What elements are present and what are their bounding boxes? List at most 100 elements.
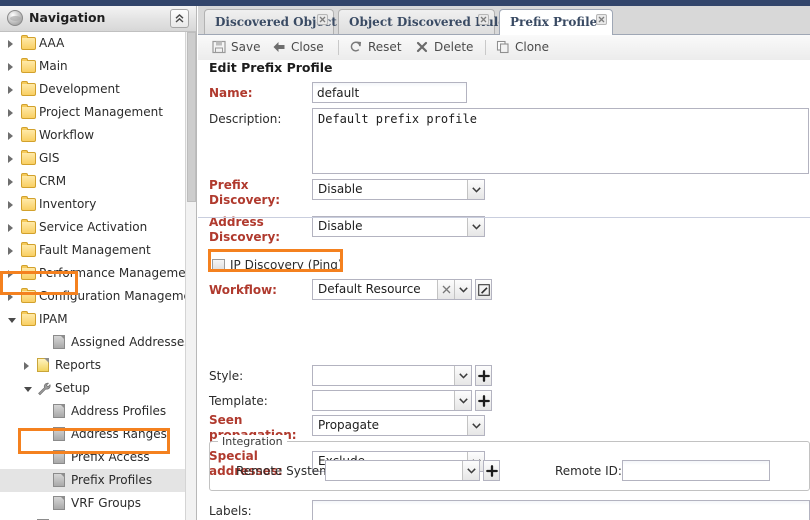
tree-expanded-arrow-icon[interactable] — [24, 387, 32, 392]
document-gray-icon — [53, 404, 65, 418]
folder-icon — [21, 150, 36, 165]
chevron-down-icon[interactable] — [467, 217, 484, 236]
address-discovery-select[interactable]: Disable — [312, 216, 485, 237]
arrow-left-icon — [272, 40, 287, 55]
seen-propagation-value: Propagate — [318, 418, 380, 432]
chevron-down-icon[interactable] — [454, 280, 471, 299]
sidebar-item-assigned-addresses[interactable]: Assigned Addresses — [0, 331, 185, 354]
sidebar-item-ipam[interactable]: IPAM — [0, 308, 185, 331]
document-gray-icon — [53, 335, 65, 349]
folder-icon — [21, 173, 36, 188]
sidebar-item-vrf-groups[interactable]: VRF Groups — [0, 492, 185, 515]
sidebar-item-development[interactable]: Development — [0, 78, 185, 101]
sidebar-item-workflow[interactable]: Workflow — [0, 124, 185, 147]
style-select[interactable] — [312, 365, 472, 386]
highlight-box-prefix-profiles — [18, 428, 170, 454]
folder-icon — [21, 35, 36, 50]
add-remote-system-button[interactable] — [483, 460, 500, 481]
double-chevron-up-icon — [175, 14, 184, 23]
template-select[interactable] — [312, 390, 472, 411]
reset-label: Reset — [368, 40, 402, 54]
sidebar-item-aaa[interactable]: AAA — [0, 32, 185, 55]
sidebar-item-main[interactable]: Main — [0, 55, 185, 78]
chevron-down-icon[interactable] — [454, 366, 471, 385]
sidebar-item-setup[interactable]: Setup — [0, 377, 185, 400]
tree-collapsed-arrow-icon[interactable] — [8, 224, 13, 232]
copy-icon — [496, 40, 511, 55]
sidebar-item-gis[interactable]: GIS — [0, 147, 185, 170]
sidebar-item-label: Reports — [55, 358, 102, 372]
chevron-down-icon[interactable] — [462, 461, 479, 480]
delete-label: Delete — [434, 40, 474, 54]
tree-collapsed-arrow-icon[interactable] — [8, 155, 13, 163]
close-button[interactable]: Close — [272, 38, 330, 57]
clear-workflow-button[interactable] — [437, 280, 454, 299]
sidebar-item-label: Fault Management — [39, 243, 151, 257]
sidebar-item-inventory[interactable]: Inventory — [0, 193, 185, 216]
sidebar-item-reports[interactable]: Reports — [0, 354, 185, 377]
tree-expanded-arrow-icon[interactable] — [8, 318, 16, 323]
chevron-down-icon[interactable] — [467, 416, 484, 435]
save-disk-icon — [212, 40, 227, 55]
sidebar-item-label: Workflow — [39, 128, 95, 142]
sidebar-item-fault-management[interactable]: Fault Management — [0, 239, 185, 262]
tree-collapsed-arrow-icon[interactable] — [8, 63, 13, 71]
wrench-icon — [37, 381, 52, 396]
navigation-scrollbar[interactable] — [185, 32, 196, 520]
tree-collapsed-arrow-icon[interactable] — [8, 109, 13, 117]
seen-propagation-select[interactable]: Propagate — [312, 415, 485, 436]
tab-object-discovered-rules[interactable]: Object Discovered Rules — [338, 9, 513, 34]
sidebar-item-service-activation[interactable]: Service Activation — [0, 216, 185, 239]
tab-prefix-profile[interactable]: Prefix Profile — [499, 9, 613, 35]
tree-collapsed-arrow-icon[interactable] — [8, 247, 13, 255]
remote-system-select[interactable] — [325, 460, 480, 481]
delete-button[interactable]: Delete — [415, 38, 477, 57]
save-label: Save — [231, 40, 261, 54]
navigation-scrollbar-thumb[interactable] — [187, 32, 196, 202]
close-icon[interactable] — [478, 14, 489, 25]
edit-prefix-profile-form: Edit Prefix Profile Name: Description: D… — [198, 60, 810, 520]
workflow-label: Workflow: — [209, 283, 277, 297]
folder-icon — [21, 242, 36, 257]
sidebar-item-vrf[interactable]: VRF — [0, 515, 185, 520]
sidebar-item-address-profiles[interactable]: Address Profiles — [0, 400, 185, 423]
folder-icon — [21, 104, 36, 119]
collapse-panel-button[interactable] — [170, 9, 189, 28]
close-icon[interactable] — [596, 14, 607, 25]
pencil-edit-icon — [478, 284, 490, 296]
tree-collapsed-arrow-icon[interactable] — [8, 40, 13, 48]
labels-input[interactable] — [312, 500, 810, 520]
tree-collapsed-arrow-icon[interactable] — [24, 362, 29, 370]
edit-workflow-button[interactable] — [475, 279, 492, 300]
name-input[interactable] — [312, 82, 467, 103]
prefix-discovery-select[interactable]: Disable — [312, 179, 485, 200]
workflow-select[interactable]: Default Resource — [312, 279, 472, 300]
sidebar-item-label: Setup — [55, 381, 90, 395]
description-textarea[interactable]: Default prefix profile — [312, 108, 809, 174]
sidebar-item-crm[interactable]: CRM — [0, 170, 185, 193]
tree-collapsed-arrow-icon[interactable] — [8, 132, 13, 140]
sidebar-item-label: GIS — [39, 151, 60, 165]
plus-icon — [478, 395, 490, 407]
clone-button[interactable]: Clone — [496, 38, 554, 57]
sidebar-item-label: Project Management — [39, 105, 163, 119]
reset-button[interactable]: Reset — [349, 38, 407, 57]
plus-icon — [478, 370, 490, 382]
add-style-button[interactable] — [475, 365, 492, 386]
close-icon[interactable] — [317, 14, 328, 25]
add-template-button[interactable] — [475, 390, 492, 411]
tree-collapsed-arrow-icon[interactable] — [8, 86, 13, 94]
save-button[interactable]: Save — [212, 38, 268, 57]
tab-discovered-object[interactable]: Discovered Object — [204, 9, 337, 34]
tab-bar: Discovered Object Object Discovered Rules… — [198, 6, 810, 35]
tree-collapsed-arrow-icon[interactable] — [8, 201, 13, 209]
highlight-box-ipam — [0, 271, 78, 295]
sidebar-item-project-management[interactable]: Project Management — [0, 101, 185, 124]
chevron-down-icon[interactable] — [454, 391, 471, 410]
remote-system-label: Remote System: — [236, 464, 335, 478]
chevron-down-icon[interactable] — [467, 180, 484, 199]
remote-id-input[interactable] — [622, 460, 770, 481]
sidebar-item-prefix-profiles[interactable]: Prefix Profiles — [0, 469, 185, 492]
tree-collapsed-arrow-icon[interactable] — [8, 178, 13, 186]
sidebar-item-label: Development — [39, 82, 120, 96]
